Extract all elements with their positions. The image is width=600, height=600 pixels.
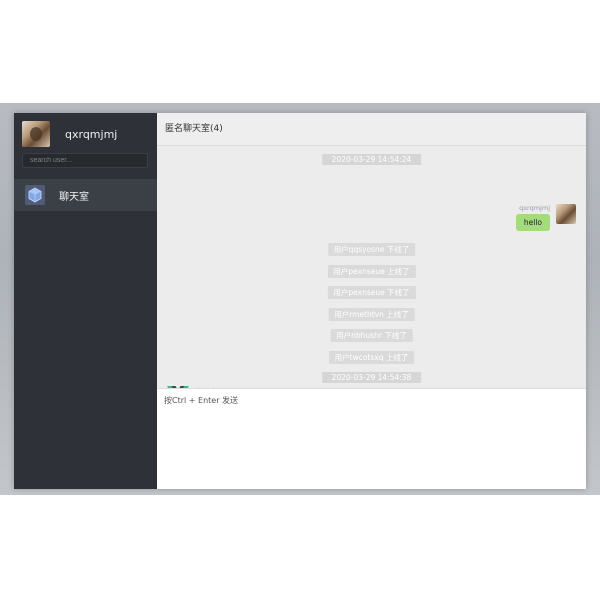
message-bubble: hello	[515, 214, 550, 231]
system-notice: 用户pexnseue 上线了	[327, 265, 416, 278]
message-editor	[157, 388, 586, 489]
system-notice: 用户qqsyosne 下线了	[327, 243, 416, 256]
message-list[interactable]: 2020-03-29 14:54:24 qxrqmjmj hello 用户qqs…	[157, 146, 586, 413]
chat-main: 匿名聊天室(4) 2020-03-29 14:54:24 qxrqmjmj he…	[157, 113, 586, 489]
system-notice: 用户pexnseue 下线了	[327, 286, 416, 299]
search-input[interactable]	[22, 153, 148, 168]
system-notice: 用户rmethtvn 上线了	[328, 308, 415, 321]
avatar[interactable]	[556, 204, 576, 224]
timestamp: 2020-03-29 14:54:24	[321, 154, 422, 165]
session-item-chatroom[interactable]: 聊天室	[14, 179, 157, 211]
sender-name: qxrqmjmj	[519, 204, 550, 212]
cube-icon	[25, 185, 45, 205]
user-card: qxrqmjmj	[22, 121, 117, 147]
system-notice: 用户nbhushr 下线了	[330, 329, 413, 342]
session-name: 聊天室	[59, 191, 89, 203]
timestamp: 2020-03-29 14:54:38	[321, 372, 422, 383]
user-name: qxrqmjmj	[65, 127, 118, 141]
sidebar: qxrqmjmj 聊天室	[14, 113, 157, 489]
avatar[interactable]	[22, 121, 50, 147]
system-notice: 用户twcotsxq 上线了	[328, 351, 415, 364]
chat-title: 匿名聊天室(4)	[157, 113, 586, 146]
chat-window: qxrqmjmj 聊天室 匿名聊天室(4) 2020-03-29 14:54:2…	[14, 113, 586, 489]
message-input[interactable]	[157, 389, 586, 489]
message-self: qxrqmjmj hello	[515, 204, 576, 231]
